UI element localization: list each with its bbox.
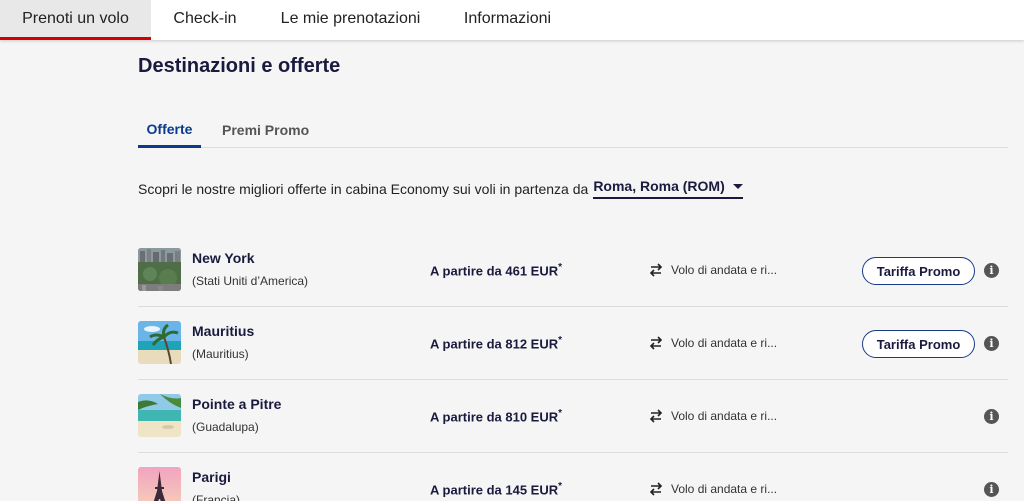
tab-check-in[interactable]: Check-in (151, 0, 259, 40)
info-icon[interactable]: i (984, 336, 999, 351)
offers-intro: Scopri le nostre migliori offerte in cab… (138, 178, 743, 199)
destination-country: (Stati Uniti d’America) (192, 274, 309, 288)
offer-row[interactable]: New York (Stati Uniti d’America) A parti… (138, 234, 1008, 307)
caret-down-icon (732, 183, 743, 189)
tab-premi-promo[interactable]: Premi Promo (222, 112, 309, 147)
tab-le-mie-prenotazioni[interactable]: Le mie prenotazioni (259, 0, 442, 40)
destination-city: Mauritius (192, 323, 255, 339)
tab-offerte[interactable]: Offerte (138, 112, 201, 148)
offer-row[interactable]: Parigi (Francia) A partire da 145 EUR* V… (138, 453, 1008, 501)
offer-tabs: Offerte Premi Promo (138, 112, 1008, 148)
offer-row[interactable]: Pointe a Pitre (Guadalupa) A partire da … (138, 380, 1008, 453)
info-icon[interactable]: i (984, 482, 999, 497)
round-trip-icon (649, 336, 663, 350)
trip-type: Volo di andata e ri... (648, 482, 777, 496)
destination-image-parigi (138, 467, 181, 501)
tariffa-promo-button[interactable]: Tariffa Promo (862, 330, 975, 358)
destination-city: New York (192, 250, 255, 266)
offers-list: New York (Stati Uniti d’America) A parti… (138, 234, 1008, 501)
intro-text: Scopri le nostre migliori offerte in cab… (138, 180, 589, 197)
origin-label: Roma, Roma (ROM) (593, 178, 725, 194)
destination-image-new-york (138, 248, 181, 291)
round-trip-icon (649, 409, 663, 423)
round-trip-icon (649, 263, 663, 277)
destination-city: Pointe a Pitre (192, 396, 282, 412)
tab-prenoti-un-volo[interactable]: Prenoti un volo (0, 0, 151, 40)
offer-price: A partire da 145 EUR* (430, 481, 563, 498)
offer-row[interactable]: Mauritius (Mauritius) A partire da 812 E… (138, 307, 1008, 380)
info-icon[interactable]: i (984, 263, 999, 278)
offer-price: A partire da 461 EUR* (430, 262, 563, 279)
offer-price: A partire da 810 EUR* (430, 408, 563, 425)
trip-type: Volo di andata e ri... (648, 336, 777, 350)
info-icon[interactable]: i (984, 409, 999, 424)
destination-country: (Francia) (192, 493, 241, 501)
trip-type: Volo di andata e ri... (648, 263, 777, 277)
destination-city: Parigi (192, 469, 231, 485)
destination-country: (Mauritius) (192, 347, 249, 361)
tab-informazioni[interactable]: Informazioni (442, 0, 573, 40)
top-navigation: Prenoti un volo Check-in Le mie prenotaz… (0, 0, 1024, 40)
trip-type: Volo di andata e ri... (648, 409, 777, 423)
offer-price: A partire da 812 EUR* (430, 335, 563, 352)
destination-country: (Guadalupa) (192, 420, 259, 434)
destination-image-pointe-a-pitre (138, 394, 181, 437)
origin-selector[interactable]: Roma, Roma (ROM) (593, 178, 743, 199)
destination-image-mauritius (138, 321, 181, 364)
tariffa-promo-button[interactable]: Tariffa Promo (862, 257, 975, 285)
round-trip-icon (649, 482, 663, 496)
page-title: Destinazioni e offerte (138, 55, 341, 77)
